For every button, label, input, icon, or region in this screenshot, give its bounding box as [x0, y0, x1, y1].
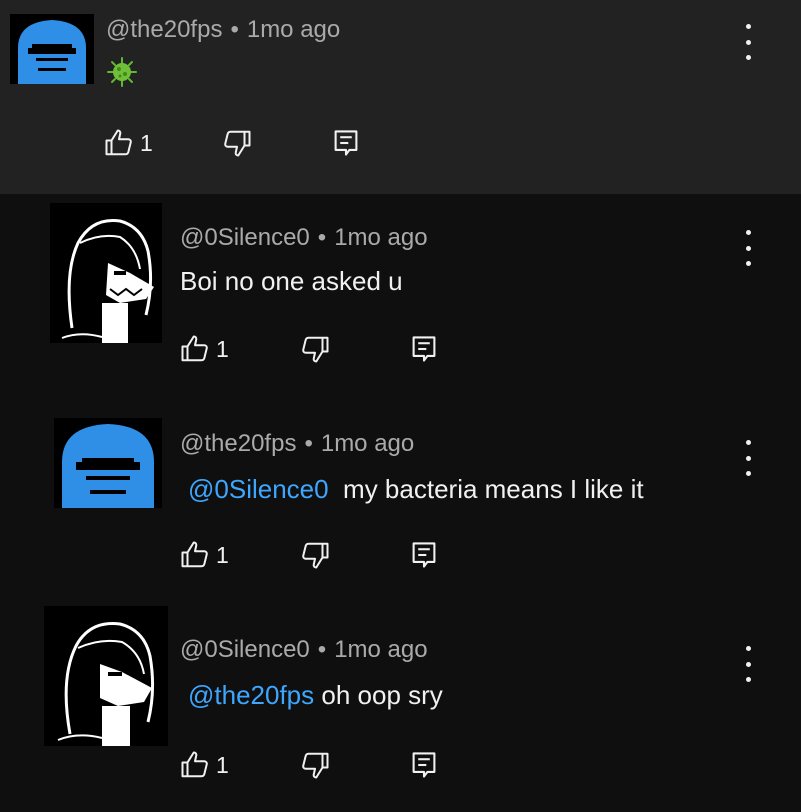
like-button[interactable]: 1 — [180, 540, 229, 570]
like-button[interactable]: 1 — [104, 128, 153, 158]
like-icon — [181, 541, 208, 568]
reply-icon — [412, 752, 436, 778]
dislike-button[interactable] — [300, 750, 330, 780]
reply-button[interactable] — [410, 540, 438, 570]
monochrome-pixel-avatar-icon — [44, 606, 168, 746]
author-name[interactable]: @the20fps — [180, 430, 296, 457]
monochrome-pixel-avatar-icon — [50, 203, 162, 343]
comment-item: @the20fps • 1mo ago @0Silence0 my bacteria… — [0, 406, 801, 612]
more-options-icon[interactable] — [740, 24, 756, 60]
comment-actions: 1 — [180, 750, 480, 784]
timestamp[interactable]: 1mo ago — [247, 16, 340, 43]
timestamp[interactable]: 1mo ago — [321, 430, 414, 457]
comment-body: my bacteria means I like it — [343, 474, 644, 504]
like-icon — [105, 129, 132, 156]
like-icon — [181, 335, 208, 362]
comment-actions: 1 — [180, 334, 480, 368]
comment-item: @the20fps • 1mo ago 1 — [0, 0, 801, 206]
meta-separator: • — [317, 224, 327, 251]
comment-actions: 1 — [180, 540, 480, 574]
comment-text: @0Silence0 my bacteria means I like it — [188, 474, 644, 505]
reply-icon — [412, 542, 436, 568]
comment-meta: @the20fps • 1mo ago — [180, 430, 414, 458]
dislike-icon — [224, 130, 251, 157]
dislike-icon — [302, 336, 329, 363]
like-icon — [181, 751, 208, 778]
like-count: 1 — [216, 335, 229, 362]
like-button[interactable]: 1 — [180, 750, 229, 780]
timestamp[interactable]: 1mo ago — [334, 224, 427, 251]
dislike-icon — [302, 542, 329, 569]
comment-item: @0Silence0 • 1mo ago Boi no one asked u 1 — [0, 200, 801, 406]
meta-separator: • — [230, 16, 239, 43]
reply-button[interactable] — [410, 750, 438, 780]
dislike-button[interactable] — [300, 540, 330, 570]
avatar[interactable] — [10, 14, 94, 84]
more-options-icon[interactable] — [740, 230, 756, 266]
microbe-emoji-icon — [106, 56, 138, 88]
mention-link[interactable]: @0Silence0 — [188, 474, 329, 504]
dislike-button[interactable] — [300, 334, 330, 364]
dislike-button[interactable] — [222, 128, 252, 158]
more-options-icon[interactable] — [740, 440, 756, 476]
reply-button[interactable] — [410, 334, 438, 364]
author-name[interactable]: @0Silence0 — [180, 636, 310, 663]
comment-meta: @the20fps • 1mo ago — [106, 16, 340, 44]
comment-meta: @0Silence0 • 1mo ago — [180, 224, 428, 252]
timestamp[interactable]: 1mo ago — [334, 636, 427, 663]
blue-haired-pixel-avatar-icon — [10, 14, 94, 84]
reply-icon — [334, 130, 358, 156]
avatar[interactable] — [50, 203, 162, 343]
mention-link[interactable]: @the20fps — [188, 680, 314, 710]
comment-text: Boi no one asked u — [180, 266, 403, 296]
avatar[interactable] — [54, 418, 162, 508]
like-count: 1 — [216, 751, 229, 778]
reply-button[interactable] — [332, 128, 360, 158]
blue-haired-pixel-avatar-icon — [54, 418, 162, 508]
comment-body: oh oop sry — [321, 680, 443, 710]
dislike-icon — [302, 752, 329, 779]
like-button[interactable]: 1 — [180, 334, 229, 364]
comment-actions: 1 — [104, 128, 404, 162]
like-count: 1 — [140, 129, 153, 156]
author-name[interactable]: @0Silence0 — [180, 224, 310, 251]
author-name[interactable]: @the20fps — [106, 16, 222, 43]
more-options-icon[interactable] — [740, 646, 756, 682]
comment-meta: @0Silence0 • 1mo ago — [180, 636, 428, 664]
comment-item: @0Silence0 • 1mo ago @the20fps oh oop sry … — [0, 606, 801, 812]
like-count: 1 — [216, 541, 229, 568]
avatar[interactable] — [44, 606, 168, 746]
comment-text: @the20fps oh oop sry — [188, 680, 443, 711]
reply-icon — [412, 336, 436, 362]
meta-separator: • — [317, 636, 327, 663]
meta-separator: • — [304, 430, 313, 457]
